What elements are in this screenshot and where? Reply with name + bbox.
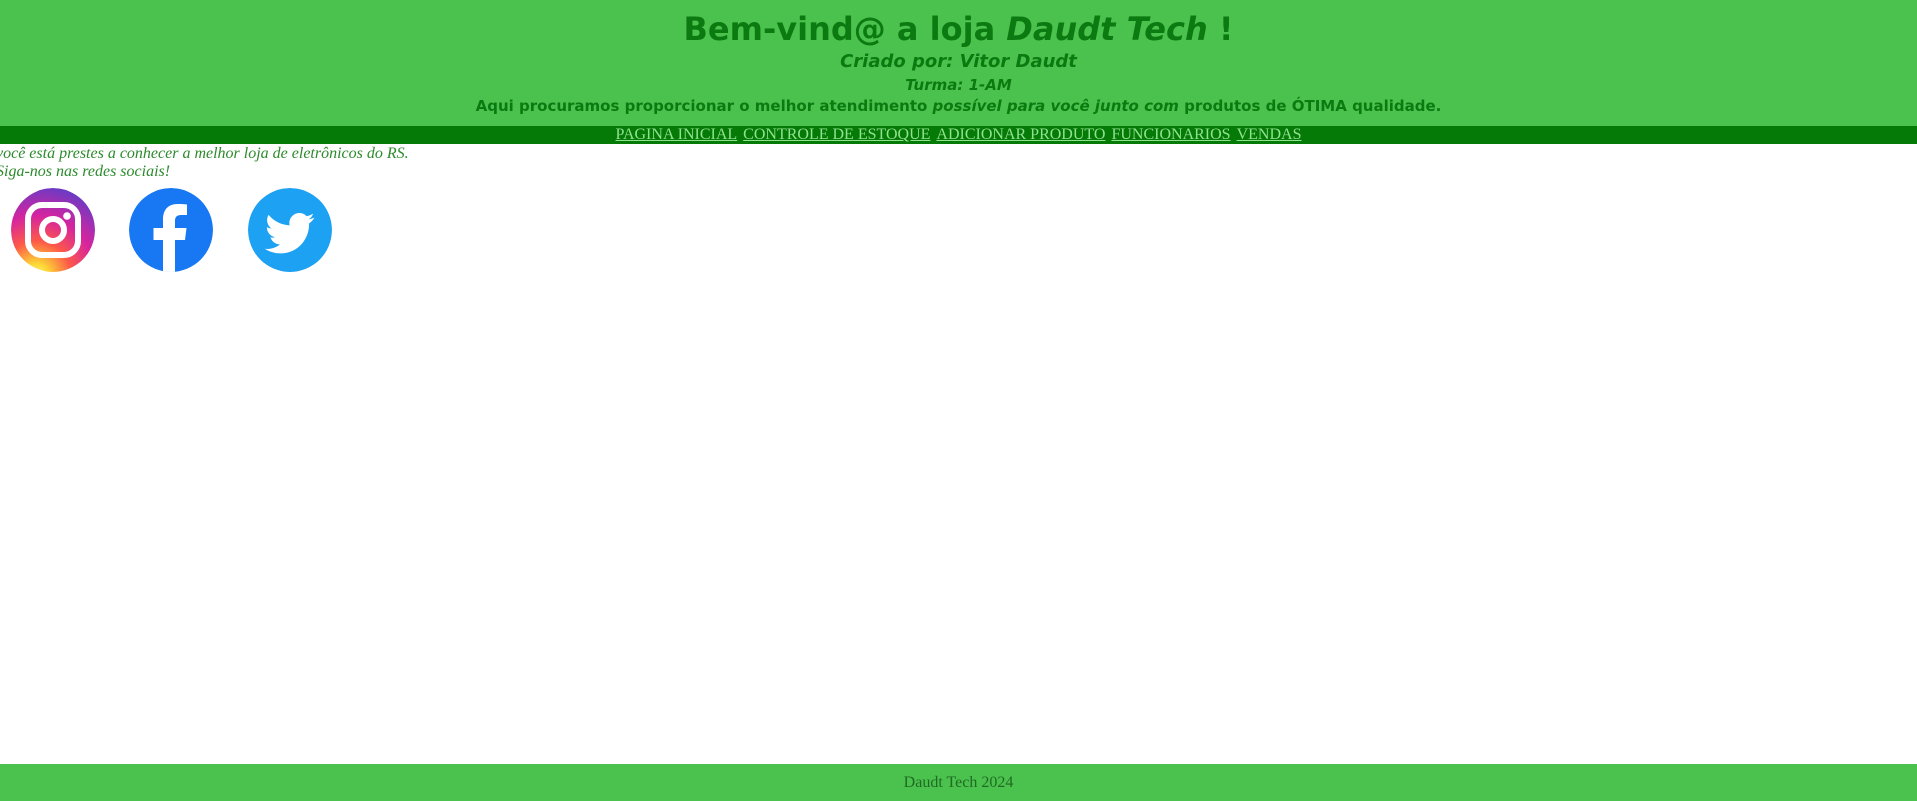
nav-link-vendas[interactable]: VENDAS [1237,126,1302,143]
twitter-icon [248,188,332,272]
page-title: Bem-vind@ a loja Daudt Tech ! [0,9,1917,49]
nav-link-funcionarios[interactable]: FUNCIONARIOS [1111,126,1230,143]
intro-text: você está prestes a conhecer a melhor lo… [0,145,409,181]
nav-link-controle-de-estoque[interactable]: CONTROLE DE ESTOQUE [743,126,930,143]
main-nav: PAGINA INICIAL CONTROLE DE ESTOQUE ADICI… [0,126,1917,144]
intro-line-follow: Siga-nos nas redes sociais! [0,163,171,180]
instagram-icon [11,188,95,272]
nav-link-adicionar-produto[interactable]: ADICIONAR PRODUTO [936,126,1105,143]
title-suffix: ! [1207,10,1234,48]
nav-link-pagina-inicial[interactable]: PAGINA INICIAL [616,126,738,143]
tagline-italic: possível para você junto com [932,97,1179,115]
tagline: Aqui procuramos proporcionar o melhor at… [0,96,1917,116]
page-header: Bem-vind@ a loja Daudt Tech ! Criado por… [0,0,1917,126]
tagline-part1: Aqui procuramos proporcionar o melhor at… [475,97,933,115]
twitter-link[interactable] [248,188,332,272]
turma-text: Turma: 1-AM [905,76,1012,94]
footer-copyright: Daudt Tech 2024 [903,774,1014,791]
creator-text: Criado por: Vitor Daudt [840,51,1077,72]
tagline-part2: produtos de ÓTIMA qualidade. [1178,97,1442,115]
facebook-link[interactable] [129,188,213,272]
page-footer: Daudt Tech 2024 [0,764,1917,801]
brand-name: Daudt Tech [1006,10,1208,48]
facebook-icon [129,188,213,272]
intro-line-welcome: você está prestes a conhecer a melhor lo… [0,145,409,162]
instagram-link[interactable] [11,188,95,272]
title-prefix: Bem-vind@ a loja [683,10,1007,48]
